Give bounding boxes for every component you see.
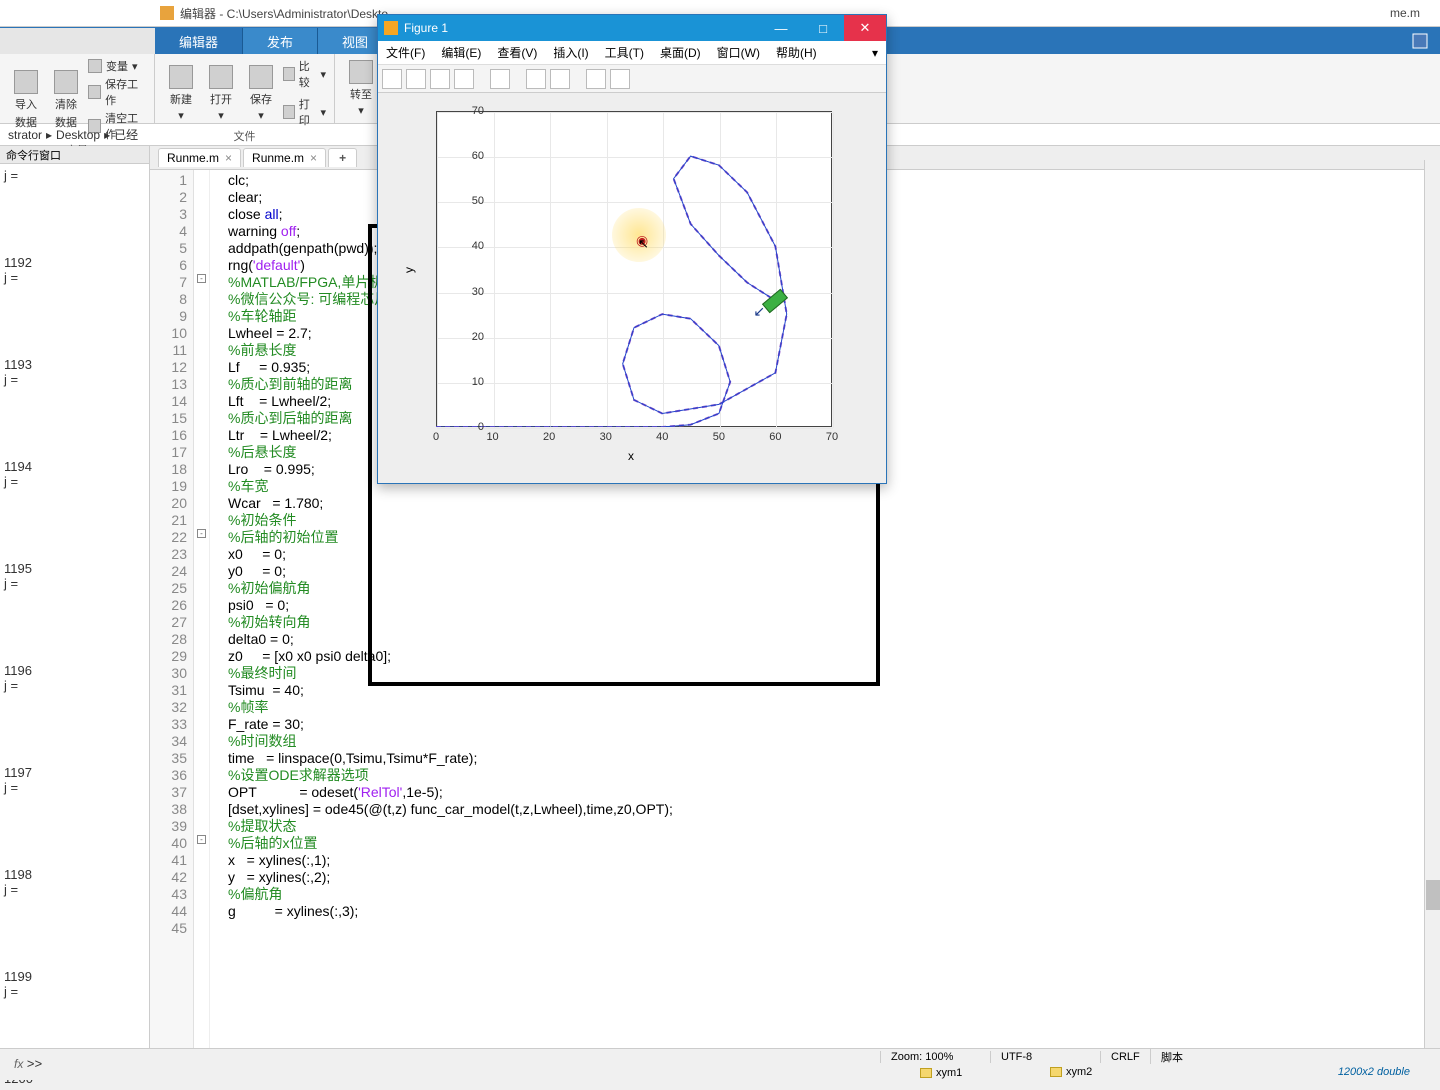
pointer-icon[interactable] (586, 69, 606, 89)
menu-view[interactable]: 查看(V) (489, 44, 545, 61)
close-button[interactable]: ✕ (844, 15, 886, 41)
menu-help[interactable]: 帮助(H) (768, 44, 825, 61)
quick-save-icon[interactable] (1400, 28, 1440, 54)
group-label-file: 文件 (163, 128, 326, 144)
var-icon (1050, 1067, 1062, 1077)
status-eol: CRLF (1100, 1051, 1150, 1063)
save-button[interactable]: 保存▾ (243, 63, 279, 124)
figure-window: Figure 1 — □ ✕ 文件(F) 编辑(E) 查看(V) 插入(I) 工… (377, 14, 887, 484)
variable-menu[interactable]: 变量▾ (88, 58, 146, 74)
fx-prompt-icon[interactable]: fx >> (14, 1057, 42, 1072)
close-icon[interactable]: × (310, 151, 317, 165)
figure-icon (384, 21, 398, 35)
status-encoding: UTF-8 (990, 1051, 1100, 1063)
menu-more-icon[interactable]: ▾ (864, 46, 886, 60)
tool-icon[interactable] (550, 69, 570, 89)
y-axis-label: y (402, 267, 416, 273)
chart-svg (436, 111, 832, 427)
clear-data-button[interactable]: 清除数据 (48, 68, 84, 132)
x-axis-label: x (628, 449, 634, 463)
compare-menu[interactable]: 比较▾ (283, 58, 326, 90)
var-icon (920, 1068, 932, 1078)
car-arrow-icon: ↙ (753, 303, 765, 320)
status-zoom[interactable]: Zoom: 100% (880, 1051, 990, 1063)
import-data-button[interactable]: 导入数据 (8, 68, 44, 132)
goto-button[interactable]: 转至▾ (343, 58, 379, 119)
menu-insert[interactable]: 插入(I) (545, 44, 596, 61)
tool-icon[interactable] (610, 69, 630, 89)
tool-icon[interactable] (490, 69, 510, 89)
print-icon[interactable] (454, 69, 474, 89)
maximize-button[interactable]: □ (802, 15, 844, 41)
command-window-panel: 命令行窗口 j = 1192j = 1193j = 1194j = 1195j … (0, 146, 150, 1048)
menu-tools[interactable]: 工具(T) (597, 44, 652, 61)
minimize-button[interactable]: — (760, 15, 802, 41)
vertical-scrollbar[interactable] (1424, 160, 1440, 1048)
editor-title-text: 编辑器 - C:\Users\Administrator\Deskto (180, 5, 388, 22)
new-figure-icon[interactable] (382, 69, 402, 89)
menu-edit[interactable]: 编辑(E) (433, 44, 489, 61)
add-tab-button[interactable]: + (328, 148, 357, 167)
figure-title: Figure 1 (404, 21, 448, 35)
editor-icon (160, 6, 174, 20)
file-tab-2[interactable]: Runme.m× (243, 148, 326, 167)
print-menu[interactable]: 打印▾ (283, 96, 326, 128)
tab-editor[interactable]: 编辑器 (155, 28, 243, 54)
tool-icon[interactable] (526, 69, 546, 89)
save-workspace[interactable]: 保存工作 (88, 76, 146, 108)
figure-titlebar[interactable]: Figure 1 — □ ✕ (378, 15, 886, 41)
figure-canvas[interactable]: ↙ y x 010203040506070010203040506070 (378, 93, 886, 483)
status-type: 脚本 (1150, 1049, 1440, 1065)
command-window-body[interactable]: j = 1192j = 1193j = 1194j = 1195j = 1196… (0, 164, 149, 1090)
workspace-row-2[interactable]: xym21200x2 double (1050, 1064, 1440, 1080)
file-tab-1[interactable]: Runme.m× (158, 148, 241, 167)
command-window-header: 命令行窗口 (0, 146, 149, 164)
menu-desktop[interactable]: 桌面(D) (652, 44, 709, 61)
menu-window[interactable]: 窗口(W) (709, 44, 768, 61)
back-title: me.m (1390, 6, 1420, 20)
figure-toolbar (378, 65, 886, 93)
tab-publish[interactable]: 发布 (243, 28, 318, 54)
figure-menubar: 文件(F) 编辑(E) 查看(V) 插入(I) 工具(T) 桌面(D) 窗口(W… (378, 41, 886, 65)
open-icon[interactable] (406, 69, 426, 89)
save-icon[interactable] (430, 69, 450, 89)
close-icon[interactable]: × (225, 151, 232, 165)
menu-file[interactable]: 文件(F) (378, 44, 433, 61)
open-button[interactable]: 打开▾ (203, 63, 239, 124)
new-button[interactable]: 新建▾ (163, 63, 199, 124)
